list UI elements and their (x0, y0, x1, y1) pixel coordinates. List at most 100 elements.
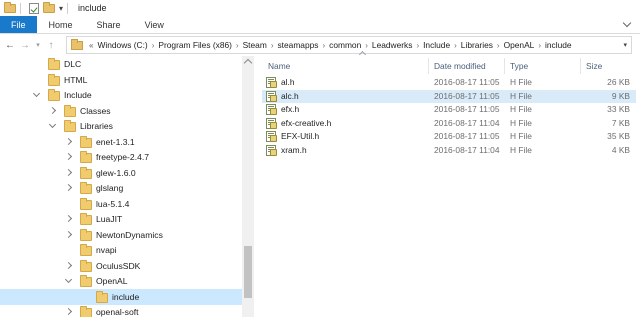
column-divider[interactable] (504, 58, 505, 74)
tree-item[interactable]: OpenAL (0, 273, 242, 289)
forward-button[interactable]: → (19, 40, 31, 51)
tree-item[interactable]: Classes (0, 103, 242, 119)
tree-item[interactable]: Libraries (0, 118, 242, 134)
tab-share[interactable]: Share (85, 16, 133, 33)
tree-item[interactable]: glslang (0, 180, 242, 196)
breadcrumb-item[interactable]: steamapps (277, 40, 318, 50)
breadcrumb-chevron-icon[interactable]: › (322, 41, 325, 50)
breadcrumb-item[interactable]: Include (423, 40, 450, 50)
breadcrumb-item[interactable]: Program Files (x86) (158, 40, 232, 50)
file-row[interactable]: alc.h 2016-08-17 11:05 H File 9 KB (262, 89, 636, 103)
breadcrumb-item[interactable]: Leadwerks (372, 40, 413, 50)
file-row[interactable]: xram.h 2016-08-17 11:04 H File 4 KB (262, 144, 636, 157)
tree-item[interactable]: NewtonDynamics (0, 227, 242, 243)
file-size: 35 KB (607, 131, 630, 142)
breadcrumb-item[interactable]: common (329, 40, 361, 50)
scrollbar-thumb[interactable] (244, 246, 252, 298)
file-name: al.h (281, 77, 295, 87)
file-name: efx.h (281, 104, 300, 115)
column-header-date[interactable]: Date modified (434, 58, 486, 74)
collapsed-chevron-icon[interactable] (64, 307, 73, 316)
ribbon-tabs: File Home Share View (0, 16, 640, 34)
tree-item[interactable]: Include (0, 87, 242, 103)
breadcrumb-chevron-icon[interactable]: › (538, 41, 541, 50)
breadcrumb-item[interactable]: Steam (243, 40, 267, 50)
tree-item[interactable]: freetype-2.4.7 (0, 149, 242, 165)
tree-item[interactable]: glew-1.6.0 (0, 165, 242, 181)
back-button[interactable]: ← (4, 40, 16, 51)
tree-item-label: Include (64, 90, 92, 100)
column-header-type[interactable]: Type (510, 58, 528, 74)
collapsed-chevron-icon[interactable] (48, 106, 57, 114)
folder-icon (64, 120, 76, 132)
tree-item[interactable]: enet-1.3.1 (0, 134, 242, 150)
breadcrumb-chevron-icon[interactable]: › (271, 41, 274, 50)
tree-item-label: HTML (64, 74, 88, 85)
tree-item[interactable]: HTML (0, 72, 242, 88)
column-header-name[interactable]: Name (268, 50, 367, 74)
properties-icon[interactable] (29, 2, 39, 14)
tree-item[interactable]: DLC (0, 56, 242, 72)
collapsed-chevron-icon[interactable] (64, 230, 73, 238)
expand-ribbon-icon[interactable] (622, 18, 632, 28)
breadcrumb-chevron-icon[interactable]: › (365, 41, 368, 50)
tree-item[interactable]: LuaJIT (0, 211, 242, 227)
breadcrumb-item[interactable]: OpenAL (504, 40, 535, 50)
breadcrumb-overflow[interactable]: « (89, 41, 93, 50)
expanded-chevron-icon[interactable] (32, 89, 41, 98)
collapsed-chevron-icon[interactable] (64, 214, 73, 223)
file-row[interactable]: efx.h 2016-08-17 11:05 H File 33 KB (262, 103, 636, 116)
column-header-size[interactable]: Size (586, 58, 602, 74)
collapsed-chevron-icon[interactable] (64, 168, 73, 176)
breadcrumb: Windows (C:) › Program Files (x86) › Ste… (97, 40, 571, 50)
breadcrumb-chevron-icon[interactable]: › (454, 41, 457, 50)
navigation-pane-scrollbar[interactable] (242, 56, 254, 317)
column-divider[interactable] (428, 58, 429, 74)
header-file-icon (266, 117, 277, 129)
tree-item-label: OculusSDK (96, 260, 141, 271)
tree-item-label: include (112, 291, 140, 302)
breadcrumb-chevron-icon[interactable]: › (416, 41, 419, 50)
collapsed-chevron-icon[interactable] (64, 183, 73, 192)
tree-item[interactable]: OculusSDK (0, 258, 242, 274)
collapsed-chevron-icon[interactable] (64, 261, 73, 269)
tab-file[interactable]: File (0, 16, 37, 33)
tab-home[interactable]: Home (37, 16, 85, 33)
scroll-up-icon[interactable] (243, 58, 253, 68)
recent-locations-dropdown[interactable]: ▾ (34, 41, 42, 49)
file-size: 9 KB (611, 90, 630, 101)
tree-item[interactable]: nvapi (0, 242, 242, 258)
breadcrumb-item[interactable]: include (545, 40, 572, 50)
collapsed-chevron-icon[interactable] (64, 137, 73, 145)
breadcrumb-item[interactable]: Libraries (461, 40, 493, 50)
tree-item-label: LuaJIT (96, 214, 123, 224)
tree-item[interactable]: openal-soft (0, 304, 242, 317)
customize-quick-access-dropdown[interactable]: ▾ (59, 4, 63, 13)
file-size: 4 KB (611, 145, 630, 155)
address-bar[interactable]: « Windows (C:) › Program Files (x86) › S… (66, 36, 632, 54)
up-button[interactable]: ↑ (45, 40, 57, 51)
breadcrumb-chevron-icon[interactable]: › (497, 41, 500, 50)
file-row[interactable]: al.h 2016-08-17 11:05 H File 26 KB (262, 76, 636, 89)
file-date-modified: 2016-08-17 11:04 (434, 117, 500, 128)
tab-view[interactable]: View (133, 16, 176, 33)
breadcrumb-item[interactable]: Windows (C:) (97, 40, 147, 50)
expanded-chevron-icon[interactable] (64, 275, 73, 284)
file-row[interactable]: efx-creative.h 2016-08-17 11:04 H File 7 KB (262, 117, 636, 130)
file-type: H File (510, 90, 532, 101)
file-date-modified: 2016-08-17 11:05 (434, 104, 500, 115)
file-row[interactable]: EFX-Util.h 2016-08-17 11:05 H File 35 KB (262, 130, 636, 143)
collapsed-chevron-icon[interactable] (64, 152, 73, 161)
new-folder-icon[interactable] (43, 2, 55, 13)
breadcrumb-chevron-icon[interactable]: › (152, 41, 155, 50)
file-type: H File (510, 145, 532, 155)
tree-item-label: openal-soft (96, 307, 139, 317)
address-history-dropdown[interactable]: ▾ (623, 41, 627, 49)
breadcrumb-chevron-icon[interactable]: › (236, 41, 239, 50)
tree-item[interactable]: lua-5.1.4 (0, 196, 242, 212)
tree-item-label: Libraries (80, 121, 113, 131)
tree-item[interactable]: include (0, 288, 242, 305)
column-divider[interactable] (580, 58, 581, 74)
folder-icon (80, 197, 92, 210)
expanded-chevron-icon[interactable] (48, 120, 57, 129)
